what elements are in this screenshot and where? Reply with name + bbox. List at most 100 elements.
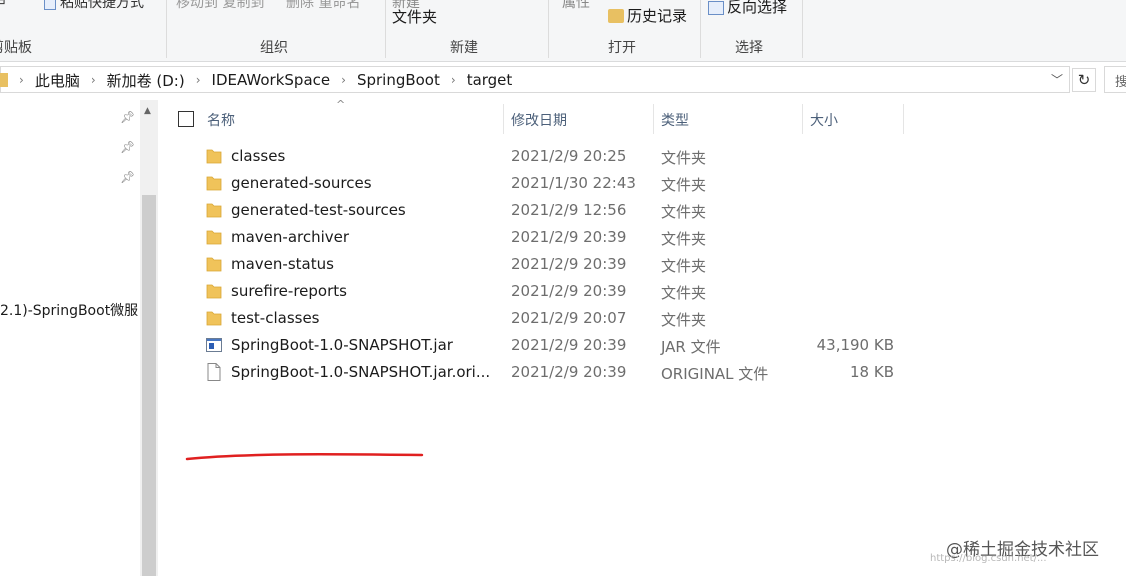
chevron-right-icon[interactable]: ›: [341, 73, 346, 87]
navigation-pane: 📌︎ 📌︎ 📌︎ 2.1)-SpringBoot微服 ▲: [0, 100, 160, 576]
invert-selection-button[interactable]: 反向选择: [708, 0, 787, 17]
history-button[interactable]: 历史记录: [608, 5, 687, 26]
file-row[interactable]: SpringBoot-1.0-SNAPSHOT.jar.ori... 2021/2…: [160, 359, 1126, 386]
file-date: 2021/2/9 20:39: [511, 363, 627, 381]
group-label-new: 新建: [450, 40, 478, 56]
file-date: 2021/2/9 20:39: [511, 336, 627, 354]
column-separator[interactable]: [802, 104, 803, 134]
folder-icon: [206, 255, 222, 273]
folder-icon: [206, 174, 222, 192]
file-type: 文件夹: [661, 311, 707, 329]
file-row[interactable]: classes 2021/2/9 20:25 文件夹: [160, 143, 1126, 170]
select-all-checkbox[interactable]: [178, 111, 194, 127]
paste-shortcut-icon: [44, 0, 56, 10]
file-date: 2021/2/9 12:56: [511, 201, 627, 219]
file-row[interactable]: maven-status 2021/2/9 20:39 文件夹: [160, 251, 1126, 278]
file-type: 文件夹: [661, 176, 707, 194]
column-date[interactable]: 修改日期: [511, 110, 567, 130]
file-size: 43,190 KB: [816, 336, 894, 354]
file-date: 2021/2/9 20:25: [511, 147, 627, 165]
column-size[interactable]: 大小: [810, 110, 838, 130]
chevron-right-icon[interactable]: ›: [91, 73, 96, 87]
new-folder-button[interactable]: 文件夹: [392, 6, 437, 27]
column-separator[interactable]: [503, 104, 504, 134]
invert-selection-icon: [708, 0, 724, 15]
file-type: 文件夹: [661, 284, 707, 302]
file-name: SpringBoot-1.0-SNAPSHOT.jar: [231, 336, 453, 354]
ribbon-separator: [802, 0, 803, 58]
pin-icon[interactable]: 📌︎: [120, 110, 135, 124]
file-type: 文件夹: [661, 203, 707, 221]
file-name: surefire-reports: [231, 282, 347, 300]
pin-icon[interactable]: 📌︎: [120, 140, 135, 154]
scrollbar-thumb[interactable]: [142, 195, 156, 576]
red-underline-annotation: [185, 452, 424, 461]
chevron-right-icon[interactable]: ›: [451, 73, 456, 87]
pin-icon[interactable]: 📌︎: [120, 170, 135, 184]
ribbon-separator: [166, 0, 167, 58]
file-name: test-classes: [231, 309, 320, 327]
file-row[interactable]: test-classes 2021/2/9 20:07 文件夹: [160, 305, 1126, 332]
paste-shortcut-button[interactable]: 粘贴快捷方式: [44, 0, 144, 12]
file-list: ^ 名称 修改日期 类型 大小 classes 2021/2/9 20:25 文件夹…: [160, 98, 1126, 576]
history-icon: [608, 8, 624, 23]
group-label-select: 选择: [735, 40, 763, 56]
delete-rename-buttons[interactable]: 删除 重命名: [286, 0, 360, 12]
chevron-down-icon[interactable]: ﹀: [1051, 71, 1063, 88]
ribbon-cut-item[interactable]: ⊟: [0, 0, 6, 8]
file-date: 2021/2/9 20:07: [511, 309, 627, 327]
watermark-url: https://blog.csdn.net/...: [930, 553, 1047, 564]
properties-button[interactable]: 属性: [562, 0, 590, 12]
search-input[interactable]: 搜: [1104, 66, 1126, 93]
file-name: classes: [231, 147, 286, 165]
invert-selection-label: 反向选择: [727, 0, 788, 16]
paste-shortcut-label: 粘贴快捷方式: [60, 0, 144, 11]
group-label-open: 打开: [608, 40, 636, 56]
file-row[interactable]: generated-test-sources 2021/2/9 12:56 文件夹: [160, 197, 1126, 224]
file-name: maven-archiver: [231, 228, 350, 246]
file-type: ORIGINAL 文件: [661, 365, 769, 383]
file-row[interactable]: surefire-reports 2021/2/9 20:39 文件夹: [160, 278, 1126, 305]
file-name: SpringBoot-1.0-SNAPSHOT.jar.ori...: [231, 363, 491, 381]
sort-ascending-icon: ^: [336, 98, 346, 111]
breadcrumb-ideaworkspace[interactable]: IDEAWorkSpace: [212, 71, 331, 89]
file-name: generated-sources: [231, 174, 372, 192]
chevron-right-icon[interactable]: ›: [196, 73, 201, 87]
file-type: 文件夹: [661, 149, 707, 167]
column-header: ^ 名称 修改日期 类型 大小: [160, 98, 1126, 136]
file-type: 文件夹: [661, 257, 707, 275]
breadcrumb-springboot[interactable]: SpringBoot: [357, 71, 440, 89]
file-row[interactable]: maven-archiver 2021/2/9 20:39 文件夹: [160, 224, 1126, 251]
folder-icon: [206, 228, 222, 246]
breadcrumb-target[interactable]: target: [467, 71, 513, 89]
file-type: JAR 文件: [661, 338, 721, 356]
nav-scrollbar[interactable]: ▲: [140, 100, 158, 576]
file-date: 2021/2/9 20:39: [511, 282, 627, 300]
scroll-up-icon[interactable]: ▲: [144, 106, 151, 116]
folder-icon: [0, 73, 8, 87]
folder-icon: [206, 309, 222, 327]
file-row[interactable]: generated-sources 2021/1/30 22:43 文件夹: [160, 170, 1126, 197]
column-type[interactable]: 类型: [661, 110, 689, 130]
file-name: generated-test-sources: [231, 201, 406, 219]
address-bar: › 此电脑 › 新加卷 (D:) › IDEAWorkSpace › Sprin…: [0, 63, 1126, 97]
nav-item-springboot[interactable]: 2.1)-SpringBoot微服: [0, 300, 138, 320]
ribbon-separator: [385, 0, 386, 58]
folder-icon: [206, 282, 222, 300]
column-name[interactable]: 名称: [207, 110, 235, 130]
column-separator[interactable]: [653, 104, 654, 134]
move-copy-buttons[interactable]: 移动到 复制到: [176, 0, 264, 12]
folder-icon: [206, 201, 222, 219]
chevron-right-icon[interactable]: ›: [19, 73, 24, 87]
breadcrumb-drive-d[interactable]: 新加卷 (D:): [107, 70, 185, 91]
refresh-icon[interactable]: ↻: [1072, 68, 1096, 92]
jar-file-icon: [206, 336, 222, 354]
file-date: 2021/2/9 20:39: [511, 228, 627, 246]
file-row[interactable]: SpringBoot-1.0-SNAPSHOT.jar 2021/2/9 20:3…: [160, 332, 1126, 359]
breadcrumb-this-pc[interactable]: 此电脑: [35, 70, 80, 91]
file-size: 18 KB: [850, 363, 894, 381]
file-icon: [206, 363, 222, 381]
column-separator[interactable]: [903, 104, 904, 134]
ribbon: ⊟ 粘贴快捷方式 移动到 复制到 删除 重命名 新建 文件夹 属性 历史记录 反…: [0, 0, 1126, 62]
group-label-clipboard: 剪贴板: [0, 40, 32, 56]
